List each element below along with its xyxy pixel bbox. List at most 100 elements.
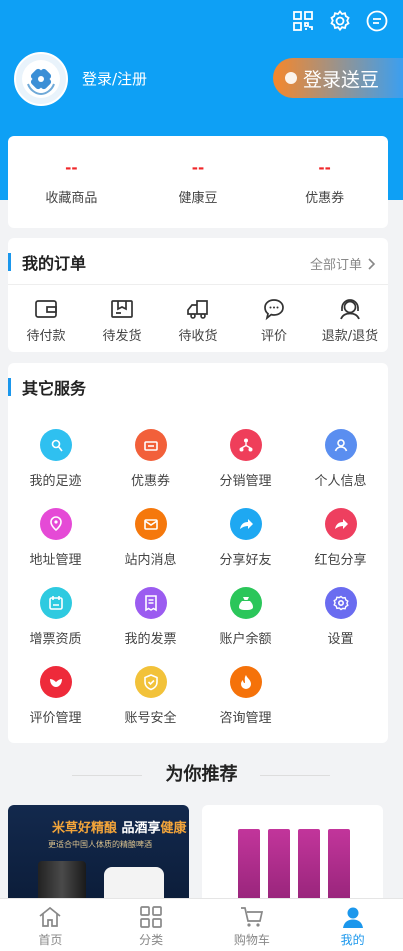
login-gift-button[interactable]: 登录送豆 [273, 58, 403, 98]
service-label: 分享好友 [219, 553, 272, 568]
service-user[interactable]: 个人信息 [293, 425, 388, 489]
user-icon [324, 429, 357, 461]
service-label: 分销管理 [219, 474, 272, 489]
services-grid: 我的足迹 优惠券 分销管理 个人信息 地址管理 站内消息 分享好友 红包分享 增票资质 我的发票账… [8, 425, 388, 726]
order-item-label: 待发货 [102, 329, 142, 344]
stat-label: 优惠券 [305, 190, 345, 206]
gear-icon[interactable] [328, 9, 352, 33]
mail-icon [134, 508, 167, 540]
login-gift-label: 登录送豆 [303, 68, 380, 91]
all-orders-link[interactable]: 全部订单 [310, 254, 376, 273]
tab-category[interactable]: 分类 [101, 899, 202, 951]
service-label: 评价管理 [29, 711, 82, 726]
service-label: 账户余额 [219, 632, 272, 647]
chevron-right-icon [368, 257, 376, 270]
service-label: 个人信息 [314, 474, 367, 489]
location-icon [39, 508, 72, 540]
truck-icon [187, 300, 208, 319]
service-location[interactable]: 地址管理 [8, 504, 103, 568]
logo-icon [22, 60, 60, 98]
order-item-label: 待付款 [26, 329, 66, 344]
service-coupon[interactable]: 优惠券 [103, 425, 198, 489]
settings-icon [324, 587, 357, 619]
service-redpacket-share[interactable]: 红包分享 [293, 504, 388, 568]
order-item-refund[interactable]: 退款/退货 [312, 297, 388, 344]
order-item-pending-receipt[interactable]: 待收货 [160, 297, 236, 344]
qrcode-icon[interactable] [291, 9, 315, 33]
service-money-bag[interactable]: 账户余额 [198, 583, 293, 647]
stat-value: -- [191, 158, 205, 177]
message-icon[interactable] [365, 9, 389, 33]
stat-value: -- [318, 158, 331, 177]
service-label: 增票资质 [29, 632, 82, 647]
order-item-pending-payment[interactable]: 待付款 [8, 297, 84, 344]
services-card: 其它服务 我的足迹 优惠券 分销管理 个人信息地址管理 站内消息 分享好友 红包分享增票资质… [8, 363, 388, 743]
wallet-icon [35, 300, 57, 318]
bottom-tab-bar: 首页 分类 购物车 我的 [0, 898, 403, 951]
order-status-row: 待付款 待发货 待收货 评价 退款/退货 [8, 284, 388, 344]
stat-value: -- [65, 158, 78, 177]
home-icon [39, 906, 61, 927]
stat-label: 健康豆 [178, 190, 218, 206]
tab-label: 分类 [139, 933, 164, 947]
order-item-label: 评价 [260, 329, 287, 344]
order-item-pending-shipment[interactable]: 待发货 [84, 297, 160, 344]
service-label: 我的足迹 [29, 474, 82, 489]
avatar[interactable] [14, 52, 68, 106]
service-label: 咨询管理 [219, 711, 272, 726]
product-headline-b: 品酒享 [117, 821, 161, 836]
shield-icon [134, 666, 167, 698]
service-flower[interactable]: 评价管理 [8, 662, 103, 726]
stat-favorites[interactable]: -- 收藏商品 [11, 159, 131, 206]
services-title: 其它服务 [8, 363, 86, 411]
order-item-label: 待收货 [178, 329, 218, 344]
service-label: 设置 [327, 632, 354, 647]
tab-cart[interactable]: 购物车 [202, 899, 303, 951]
service-label: 我的发票 [124, 632, 177, 647]
login-register-link[interactable]: 登录/注册 [82, 68, 147, 89]
header-actions [291, 9, 389, 33]
stat-health-beans[interactable]: -- 健康豆 [138, 159, 258, 206]
category-icon [140, 906, 162, 928]
service-share[interactable]: 分享好友 [198, 504, 293, 568]
footprint-icon [39, 429, 72, 461]
flower-icon [39, 666, 72, 698]
package-icon [111, 300, 133, 318]
service-label: 地址管理 [29, 553, 82, 568]
cart-icon [240, 907, 263, 927]
product-headline: 米草好精酿 品酒享健康 [52, 817, 187, 836]
service-mail[interactable]: 站内消息 [103, 504, 198, 568]
divider-right [260, 775, 330, 776]
profile-icon [342, 907, 363, 928]
product-headline-c: 健康 [160, 821, 187, 836]
flame-icon [229, 666, 262, 698]
invoice-qualification-icon [39, 587, 72, 619]
orders-title: 我的订单 [8, 238, 86, 286]
service-settings[interactable]: 设置 [293, 583, 388, 647]
redpacket-share-icon [324, 508, 357, 540]
product-headline-a: 米草好精酿 [52, 821, 118, 836]
service-shield[interactable]: 账号安全 [103, 662, 198, 726]
tab-home[interactable]: 首页 [0, 899, 101, 951]
coupon-icon [134, 429, 167, 461]
service-network[interactable]: 分销管理 [198, 425, 293, 489]
service-invoice-qualification[interactable]: 增票资质 [8, 583, 103, 647]
order-item-review[interactable]: 评价 [236, 297, 312, 344]
product-subtitle: 更适合中国人体质的精酿啤酒 [48, 840, 152, 849]
network-icon [229, 429, 262, 461]
tab-label: 首页 [38, 933, 63, 947]
receipt-icon [134, 587, 167, 619]
stat-coupons[interactable]: -- 优惠券 [265, 159, 385, 206]
service-footprint[interactable]: 我的足迹 [8, 425, 103, 489]
customer-service-icon [340, 299, 360, 320]
tab-label: 我的 [340, 933, 365, 947]
service-label: 红包分享 [314, 553, 367, 568]
service-flame[interactable]: 咨询管理 [198, 662, 293, 726]
stats-card: -- 收藏商品 -- 健康豆 -- 优惠券 [8, 136, 388, 228]
service-receipt[interactable]: 我的发票 [103, 583, 198, 647]
recommend-title: 为你推荐 [165, 764, 238, 785]
tab-label: 购物车 [233, 933, 270, 947]
tab-mine[interactable]: 我的 [302, 899, 403, 951]
coin-icon [285, 72, 297, 84]
service-label: 账号安全 [124, 711, 177, 726]
